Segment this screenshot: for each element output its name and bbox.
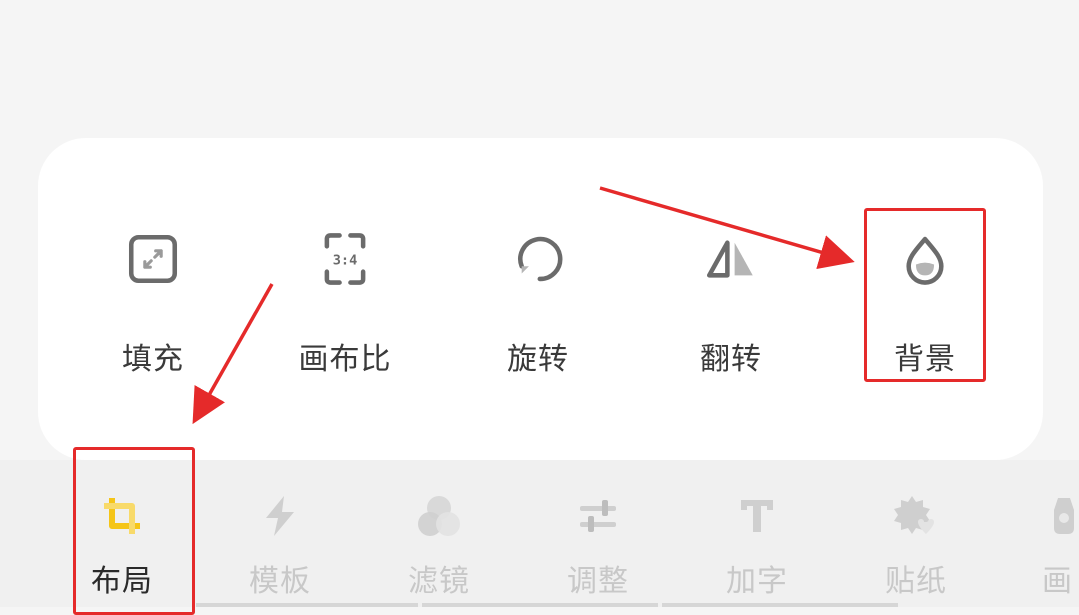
tab-adjust[interactable]: 调整 <box>538 480 658 607</box>
highlight-layout-box <box>73 447 195 615</box>
tab-separator <box>422 603 658 607</box>
fill-label: 填充 <box>122 342 184 377</box>
sticker-icon <box>894 496 934 534</box>
tab-adjust-label: 调整 <box>567 564 629 599</box>
fill-expand-icon <box>128 234 178 284</box>
ratio-badge: 3:4 <box>333 252 358 268</box>
tab-template[interactable]: 模板 <box>220 480 340 607</box>
rotate-label: 旋转 <box>507 342 569 377</box>
adjust-sliders-icon <box>580 500 616 532</box>
tab-template-label: 模板 <box>249 564 311 599</box>
tab-separator <box>662 603 898 607</box>
paint-icon <box>1054 498 1074 534</box>
highlight-background-box <box>864 208 986 382</box>
fill-button[interactable]: 填充 <box>88 228 218 378</box>
tab-sticker[interactable]: 贴纸 <box>856 480 976 607</box>
text-T-icon <box>741 500 773 532</box>
flip-label: 翻转 <box>700 342 762 377</box>
flip-icon <box>706 240 753 278</box>
lightning-icon <box>266 496 294 536</box>
tab-filter[interactable]: 滤镜 <box>379 480 499 607</box>
tab-separator <box>196 603 418 607</box>
tab-add-text[interactable]: 加字 <box>697 480 817 607</box>
canvas-ratio-button[interactable]: 3:4 画布比 <box>280 228 410 378</box>
canvas-ratio-label: 画布比 <box>298 342 392 377</box>
tab-add-text-label: 加字 <box>726 564 788 599</box>
canvas-ratio-icon: 3:4 <box>324 233 366 285</box>
tab-paint[interactable]: 画 <box>1018 480 1079 607</box>
filter-circles-icon <box>418 496 460 536</box>
tab-filter-label: 滤镜 <box>408 564 470 599</box>
flip-button[interactable]: 翻转 <box>666 228 796 378</box>
tab-paint-label: 画 <box>1042 564 1073 599</box>
rotate-button[interactable]: 旋转 <box>473 228 603 378</box>
rotate-icon <box>518 236 563 282</box>
tab-sticker-label: 贴纸 <box>885 564 947 599</box>
